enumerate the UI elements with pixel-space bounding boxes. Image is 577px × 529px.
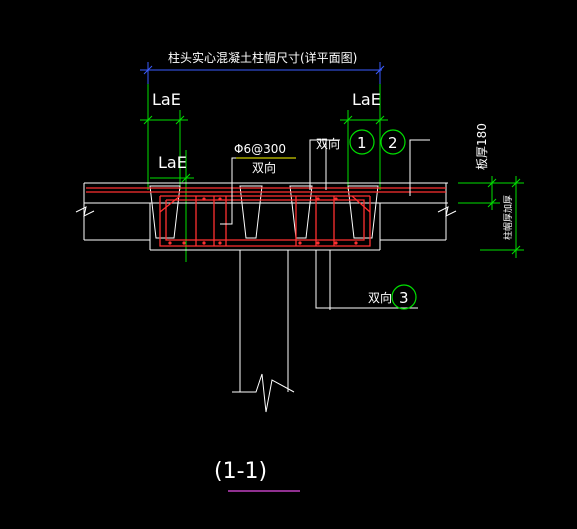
marker-2: 2 [380,129,406,155]
section-title: (1-1) [214,459,267,484]
stirrup-two-way-label: 双向 [252,160,276,175]
slab-thickness-dimension [458,176,500,210]
rebar [86,187,446,247]
slab-thickness-label: 板厚180 [475,123,489,170]
lae-label-right: LaE [352,90,381,109]
column [232,250,295,413]
bottom-two-way-label: 双向 [368,290,392,305]
rebar-dots [168,197,358,245]
marker-3-text: 3 [399,289,409,307]
marker-1-text: 1 [357,134,367,152]
marker-2-text: 2 [388,134,398,152]
stirrup-label: Φ6@300 [234,142,286,156]
cap-dimension-label: 柱头实心混凝土柱帽尺寸(详平面图) [168,50,357,65]
cap-depth-dimension [480,176,524,258]
lae-label-left: LaE [152,90,181,109]
lae-label-mid: LaE [158,153,187,172]
marker-1: 1 [349,129,375,155]
top-two-way-label: 双向 [316,136,340,151]
cap-depth-label: 柱帽厚加厚 [502,195,514,240]
section-drawing: 柱头实心混凝土柱帽尺寸(详平面图) LaE LaE LaE Φ6@300 双向 … [75,50,524,492]
marker-3: 3 [391,284,417,310]
